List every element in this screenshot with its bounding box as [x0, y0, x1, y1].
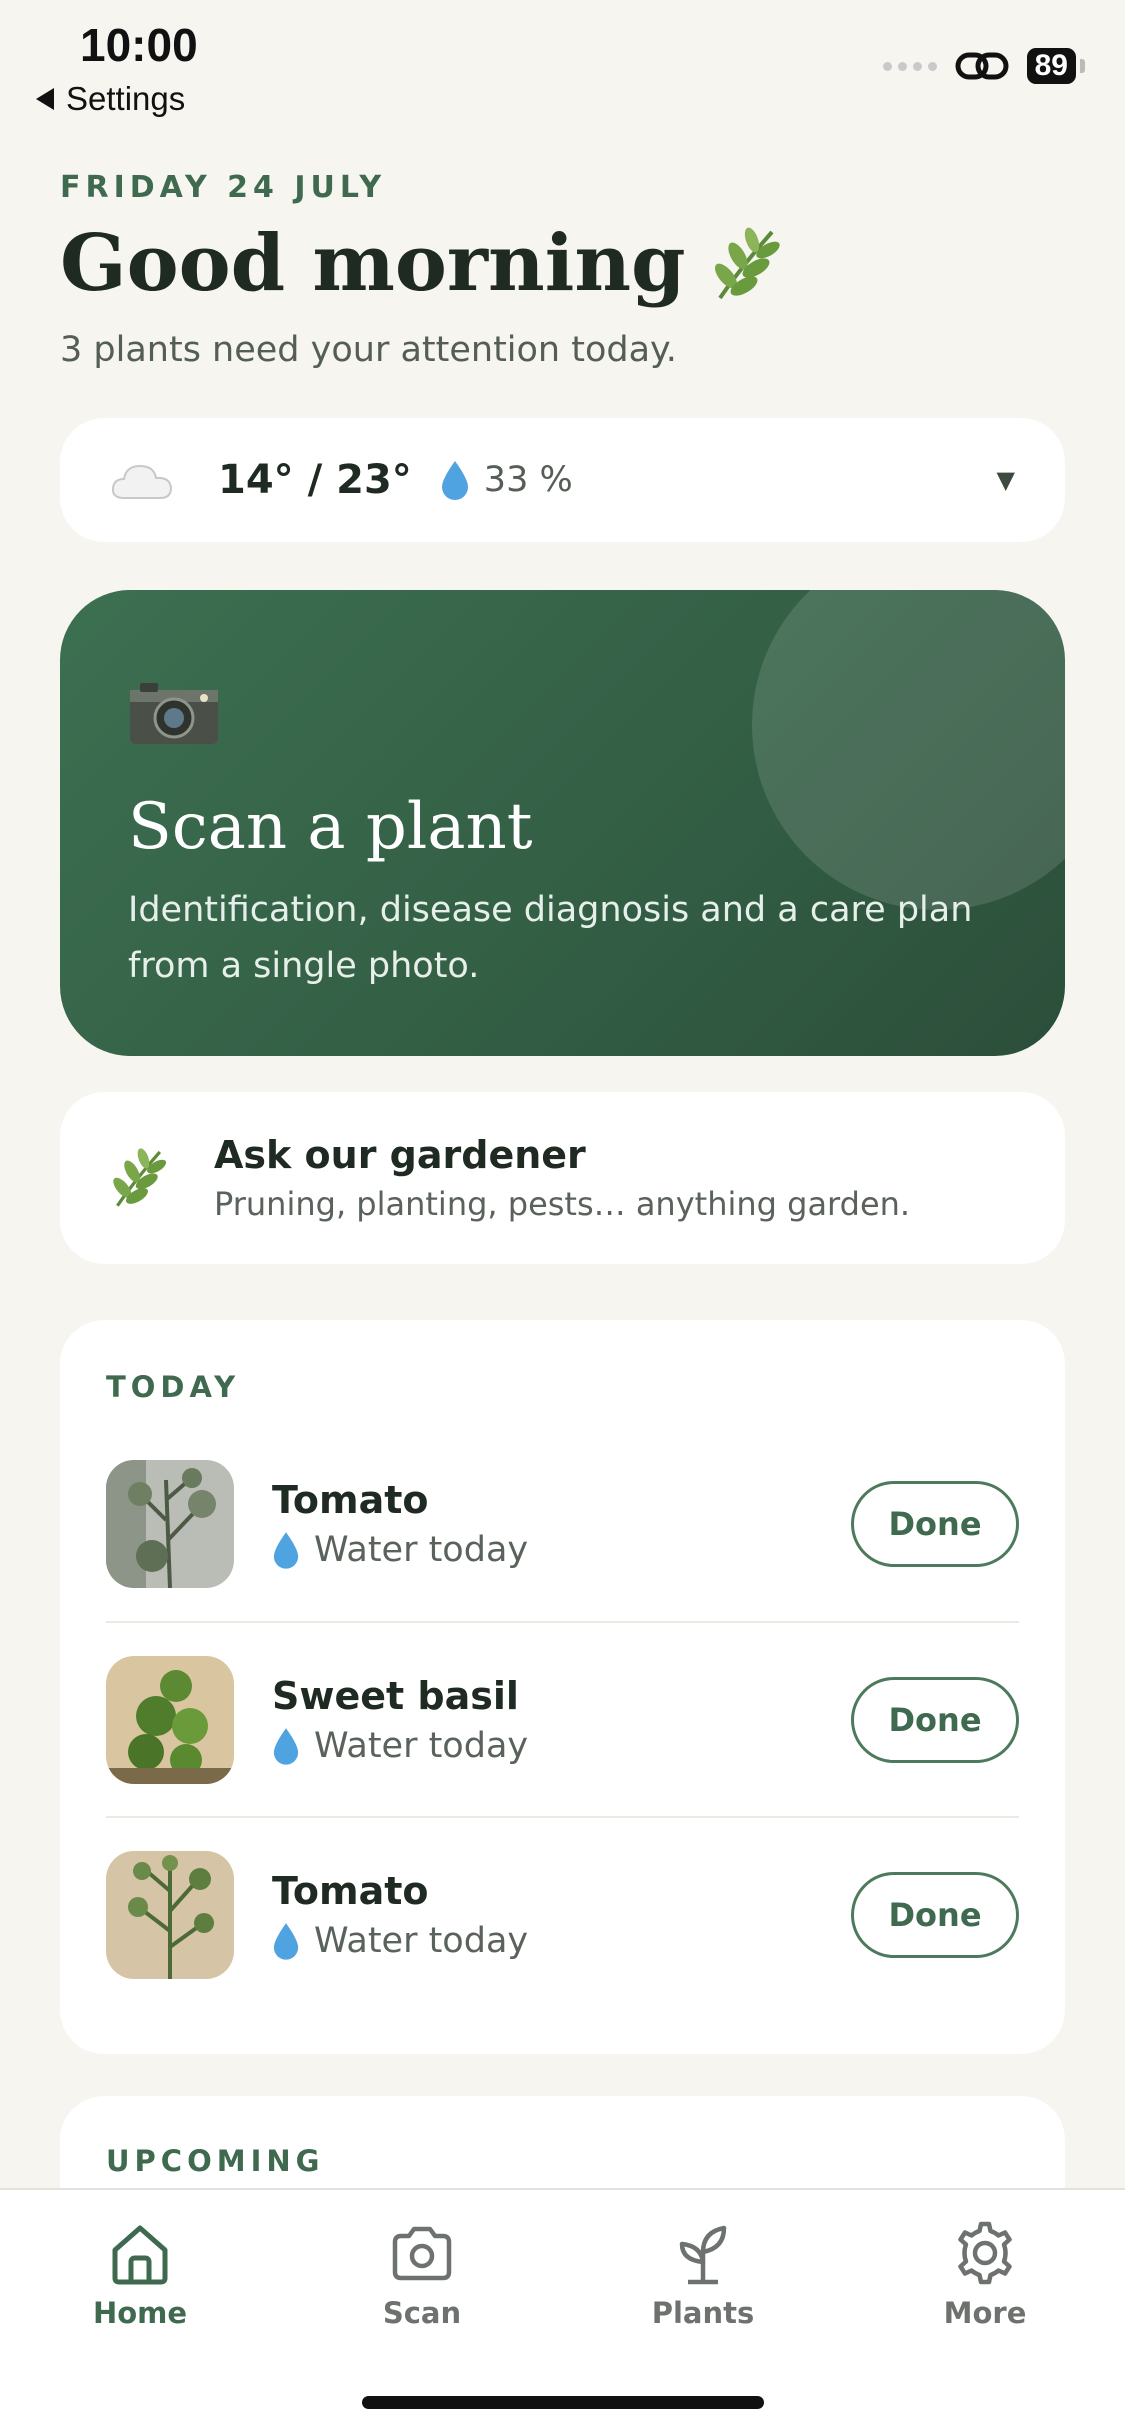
- today-section: TODAY Tomato Water today Done Sweet basi…: [60, 1320, 1065, 2054]
- temperature-value: 14° / 23°: [218, 457, 412, 503]
- chevron-down-icon[interactable]: ▼: [997, 466, 1015, 494]
- task-row[interactable]: Tomato Water today Done: [106, 1426, 1019, 1621]
- herb-icon: [113, 1148, 167, 1207]
- home-indicator[interactable]: [362, 2396, 764, 2409]
- herb-icon: [714, 227, 780, 299]
- status-time: 10:00: [80, 19, 198, 71]
- upcoming-label: UPCOMING: [106, 2144, 325, 2178]
- plant-task: Water today: [272, 1530, 528, 1570]
- tab-label: Plants: [651, 2296, 755, 2330]
- ask-gardener-card[interactable]: Ask our gardener Pruning, planting, pest…: [60, 1092, 1065, 1264]
- tab-plants[interactable]: Plants: [603, 2220, 803, 2330]
- plant-thumbnail: [106, 1459, 234, 1588]
- task-label: Water today: [314, 1920, 529, 1961]
- done-button[interactable]: Done: [851, 1480, 1019, 1567]
- date-label: FRIDAY 24 JULY: [60, 170, 387, 205]
- home-icon: [112, 2225, 168, 2285]
- today-label: TODAY: [106, 1370, 241, 1404]
- back-link-label: Settings: [66, 80, 186, 117]
- status-indicators: 89: [882, 48, 1085, 84]
- tab-label: Home: [92, 2296, 188, 2330]
- task-row[interactable]: Tomato Water today Done: [106, 1816, 1019, 2011]
- plant-thumbnail: [106, 1655, 234, 1784]
- battery-tip: [1080, 59, 1085, 73]
- back-arrow-icon: [36, 88, 54, 110]
- gardener-title: Ask our gardener: [214, 1133, 586, 1177]
- plant-task: Water today: [272, 1726, 528, 1766]
- scan-card-title: Scan a plant: [128, 790, 533, 864]
- decorative-circle: [752, 590, 1065, 910]
- plant-thumbnail: [106, 1850, 234, 1979]
- humidity-value: 33 %: [483, 460, 573, 500]
- task-text: Tomato Water today: [272, 1869, 528, 1961]
- water-drop-icon: [273, 1531, 299, 1569]
- greeting-heading: Good morning: [60, 218, 782, 309]
- task-text: Sweet basil Water today: [272, 1674, 528, 1766]
- tab-home[interactable]: Home: [40, 2220, 240, 2330]
- weather-card[interactable]: 14° / 23° 33 % ▼: [60, 418, 1065, 542]
- back-to-settings-link[interactable]: Settings: [36, 80, 185, 118]
- gardener-text: Ask our gardener Pruning, planting, pest…: [214, 1133, 910, 1223]
- sprout-icon: [679, 2225, 727, 2285]
- cloud-icon: [111, 464, 173, 499]
- done-button[interactable]: Done: [851, 1871, 1019, 1958]
- done-button[interactable]: Done: [851, 1676, 1019, 1763]
- tab-scan[interactable]: Scan: [322, 2220, 522, 2330]
- camera-icon: [130, 683, 218, 744]
- camera-icon: [392, 2226, 452, 2281]
- task-row[interactable]: Sweet basil Water today Done: [106, 1621, 1019, 1816]
- plant-name: Tomato: [272, 1477, 429, 1522]
- task-label: Water today: [314, 1725, 529, 1766]
- scan-card-description: Identification, disease diagnosis and a …: [128, 890, 973, 986]
- plant-task: Water today: [272, 1921, 528, 1961]
- battery-indicator: 89: [1026, 48, 1076, 84]
- plant-name: Tomato: [272, 1868, 429, 1913]
- tab-more[interactable]: More: [885, 2220, 1085, 2330]
- signal-icon: [882, 61, 937, 71]
- gear-icon: [958, 2221, 1012, 2285]
- water-drop-icon: [441, 461, 468, 500]
- task-label: Water today: [314, 1529, 529, 1570]
- water-drop-icon: [273, 1727, 299, 1765]
- plant-name: Sweet basil: [272, 1673, 519, 1718]
- task-text: Tomato Water today: [272, 1478, 528, 1570]
- tab-label: Scan: [382, 2296, 462, 2330]
- tab-label: More: [943, 2296, 1027, 2330]
- water-drop-icon: [273, 1922, 299, 1960]
- scan-plant-card[interactable]: Scan a plant Identification, disease dia…: [60, 590, 1065, 1056]
- greeting-text: Good morning: [60, 218, 686, 309]
- gardener-description: Pruning, planting, pests… anything garde…: [214, 1185, 911, 1223]
- status-bar: 10:00 Settings 89: [0, 0, 1125, 130]
- humidity-group: 33 %: [440, 459, 573, 501]
- link-icon: [955, 52, 1009, 80]
- attention-subtitle: 3 plants need your attention today.: [60, 330, 677, 370]
